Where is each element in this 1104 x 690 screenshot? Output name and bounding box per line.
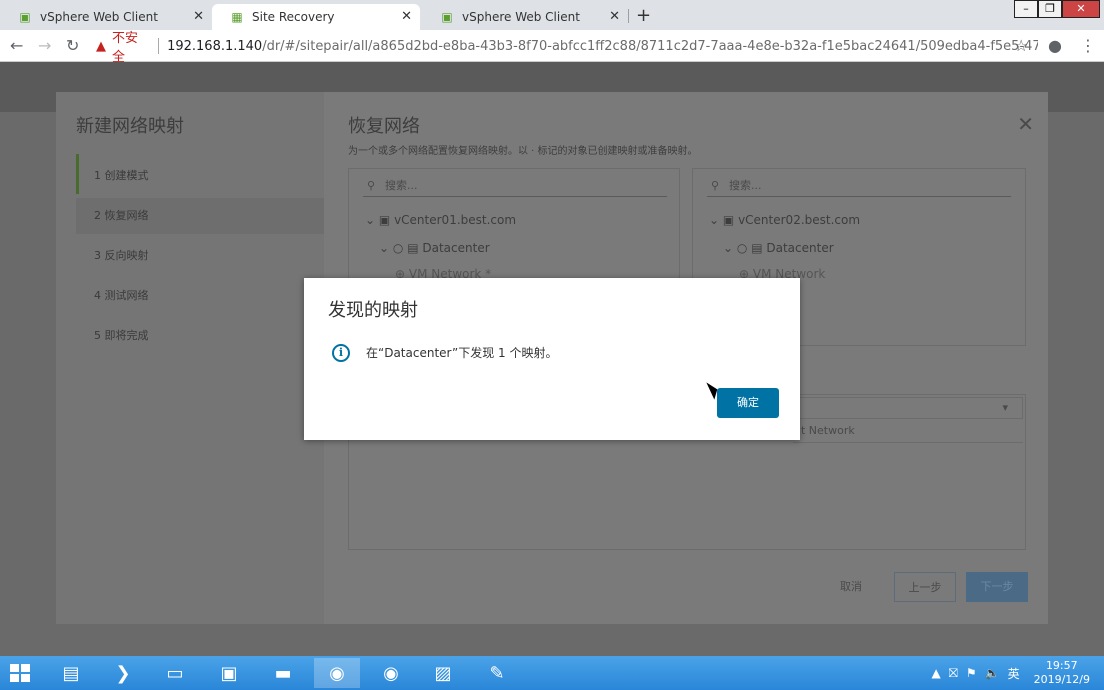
step-reverse-mappings[interactable]: 3 反向映射: [76, 238, 324, 274]
pin-app-icon[interactable]: ✎: [474, 658, 520, 688]
volume-icon[interactable]: 🔈: [985, 666, 1000, 680]
chrome-icon[interactable]: ◉: [314, 658, 360, 688]
new-tab-button[interactable]: +: [636, 5, 651, 26]
chevron-down-icon[interactable]: ⌄: [379, 241, 389, 255]
mapping-cell: t Network: [793, 421, 1023, 443]
search-placeholder: 搜索...: [385, 179, 418, 192]
url-field[interactable]: ▲ 不安全 192.168.1.140 /dr/#/sitepair/all/a…: [92, 31, 1038, 65]
tab-vsphere-1[interactable]: ▣ vSphere Web Client ✕: [0, 4, 212, 30]
forward-icon[interactable]: →: [38, 36, 51, 55]
right-search-input[interactable]: ⚲ 搜索...: [707, 175, 1011, 197]
wizard-title: 新建网络映射: [76, 116, 184, 137]
radio-icon[interactable]: ○: [737, 241, 747, 255]
page-title: 恢复网络: [348, 116, 420, 137]
info-icon: i: [332, 344, 350, 362]
discovered-mappings-modal: 发现的映射 i 在“Datacenter”下发现 1 个映射。 确定: [304, 278, 800, 440]
step-recovery-networks[interactable]: 2 恢复网络: [76, 198, 324, 234]
step-test-networks[interactable]: 4 测试网络: [76, 278, 324, 314]
datacenter-icon: ▤: [407, 241, 419, 255]
tree-label: vCenter01.best.com: [394, 213, 517, 227]
tab-separator: [628, 9, 629, 23]
windows-start-icon[interactable]: [10, 664, 30, 682]
step-ready-to-complete[interactable]: 5 即将完成: [76, 318, 324, 354]
page-description: 为一个或多个网络配置恢复网络映射。以 · 标记的对象已创建映射或准备映射。: [348, 146, 698, 157]
clock-date: 2019/12/9: [1033, 673, 1090, 686]
tab-vsphere-2[interactable]: ▣ vSphere Web Client ✕: [422, 4, 628, 30]
site-recovery-icon: ▦: [231, 10, 243, 24]
tab-title: vSphere Web Client: [40, 10, 158, 24]
chevron-down-icon[interactable]: ⌄: [365, 213, 375, 227]
tree-node-datacenter[interactable]: ⌄ ○ ▤ Datacenter: [723, 241, 834, 255]
tree-label: Datacenter: [766, 241, 834, 255]
ok-button[interactable]: 确定: [717, 388, 779, 418]
tree-label: Datacenter: [422, 241, 490, 255]
network-icon[interactable]: ⛝: [949, 666, 958, 681]
security-label[interactable]: 不安全: [112, 27, 148, 65]
close-icon[interactable]: ✕: [1017, 112, 1034, 136]
command-prompt-icon[interactable]: ▬: [260, 658, 306, 688]
chrome-icon[interactable]: ◉: [368, 658, 414, 688]
back-icon[interactable]: ←: [10, 36, 23, 55]
search-placeholder: 搜索...: [729, 179, 762, 192]
search-icon: ⚲: [711, 179, 720, 192]
image-viewer-icon[interactable]: ▨: [420, 658, 466, 688]
datacenter-icon: ▤: [751, 241, 763, 255]
url-divider: [158, 38, 160, 54]
file-explorer-icon[interactable]: ▭: [152, 658, 198, 688]
tree-label: vCenter02.best.com: [738, 213, 861, 227]
tree-node-vcenter01[interactable]: ⌄ ▣ vCenter01.best.com: [365, 213, 516, 227]
tree-node-vcenter02[interactable]: ⌄ ▣ vCenter02.best.com: [709, 213, 860, 227]
vcenter-icon: ▣: [722, 213, 735, 227]
show-hidden-icons-icon[interactable]: ▲: [931, 666, 940, 680]
windows-taskbar: ▤ ❯ ▭ ▣ ▬ ◉ ◉ ▨ ✎ ▲ ⛝ ⚑ 🔈 英 19:57 2019/1…: [0, 656, 1104, 690]
back-button[interactable]: 上一步: [894, 572, 956, 602]
tab-site-recovery[interactable]: ▦ Site Recovery ✕: [212, 4, 420, 30]
search-icon: ⚲: [367, 179, 376, 192]
close-icon[interactable]: ✕: [401, 9, 412, 24]
clock[interactable]: 19:57 2019/12/9: [1034, 659, 1090, 687]
tree-node-datacenter[interactable]: ⌄ ○ ▤ Datacenter: [379, 241, 490, 255]
menu-kebab-icon[interactable]: ⋮: [1080, 36, 1096, 55]
reload-icon[interactable]: ↻: [66, 36, 79, 55]
clock-time: 19:57: [1045, 659, 1078, 672]
filter-icon[interactable]: ▾: [1002, 398, 1008, 418]
modal-title: 发现的映射: [328, 300, 418, 321]
system-tray: ▲ ⛝ ⚑ 🔈 英 19:57 2019/12/9: [927, 656, 1104, 690]
powershell-icon[interactable]: ❯: [100, 658, 146, 688]
vcenter-icon: ▣: [378, 213, 391, 227]
browser-tab-bar: ▣ vSphere Web Client ✕ ▦ Site Recovery ✕…: [0, 0, 1104, 30]
step-create-mode[interactable]: 1 创建模式: [76, 158, 324, 194]
next-button[interactable]: 下一步: [966, 572, 1028, 602]
url-host: 192.168.1.140: [167, 38, 263, 54]
address-bar: ← → ↻ ▲ 不安全 192.168.1.140 /dr/#/sitepair…: [0, 30, 1104, 65]
vsphere-icon: ▣: [19, 10, 31, 24]
url-path: /dr/#/sitepair/all/a865d2bd-e8ba-43b3-8f…: [262, 38, 1038, 54]
window-close-button[interactable]: ✕: [1062, 0, 1100, 18]
ime-indicator[interactable]: 英: [1008, 665, 1020, 682]
close-icon[interactable]: ✕: [193, 9, 204, 24]
chevron-down-icon[interactable]: ⌄: [709, 213, 719, 227]
left-search-input[interactable]: ⚲ 搜索...: [363, 175, 667, 197]
cancel-button[interactable]: 取消: [828, 572, 874, 602]
wizard-step-list: 新建网络映射 1 创建模式 2 恢复网络 3 反向映射 4 测试网络 5 即将完…: [56, 92, 324, 624]
chevron-down-icon[interactable]: ⌄: [723, 241, 733, 255]
minimize-button[interactable]: –: [1014, 0, 1038, 18]
tab-title: vSphere Web Client: [462, 10, 580, 24]
flag-icon[interactable]: ⚑: [966, 666, 977, 680]
profile-icon[interactable]: ●: [1048, 36, 1062, 55]
modal-message: 在“Datacenter”下发现 1 个映射。: [366, 346, 558, 360]
restore-button[interactable]: ❐: [1038, 0, 1062, 18]
vsphere-icon: ▣: [441, 10, 453, 24]
server-manager-icon[interactable]: ▤: [48, 658, 94, 688]
filter-dropdown[interactable]: ▾: [793, 397, 1023, 419]
bookmark-star-icon[interactable]: ☆: [1014, 36, 1028, 55]
close-icon[interactable]: ✕: [609, 9, 620, 24]
warning-icon: ▲: [96, 38, 106, 54]
radio-icon[interactable]: ○: [393, 241, 403, 255]
tab-title: Site Recovery: [252, 10, 335, 24]
remote-desktop-icon[interactable]: ▣: [206, 658, 252, 688]
